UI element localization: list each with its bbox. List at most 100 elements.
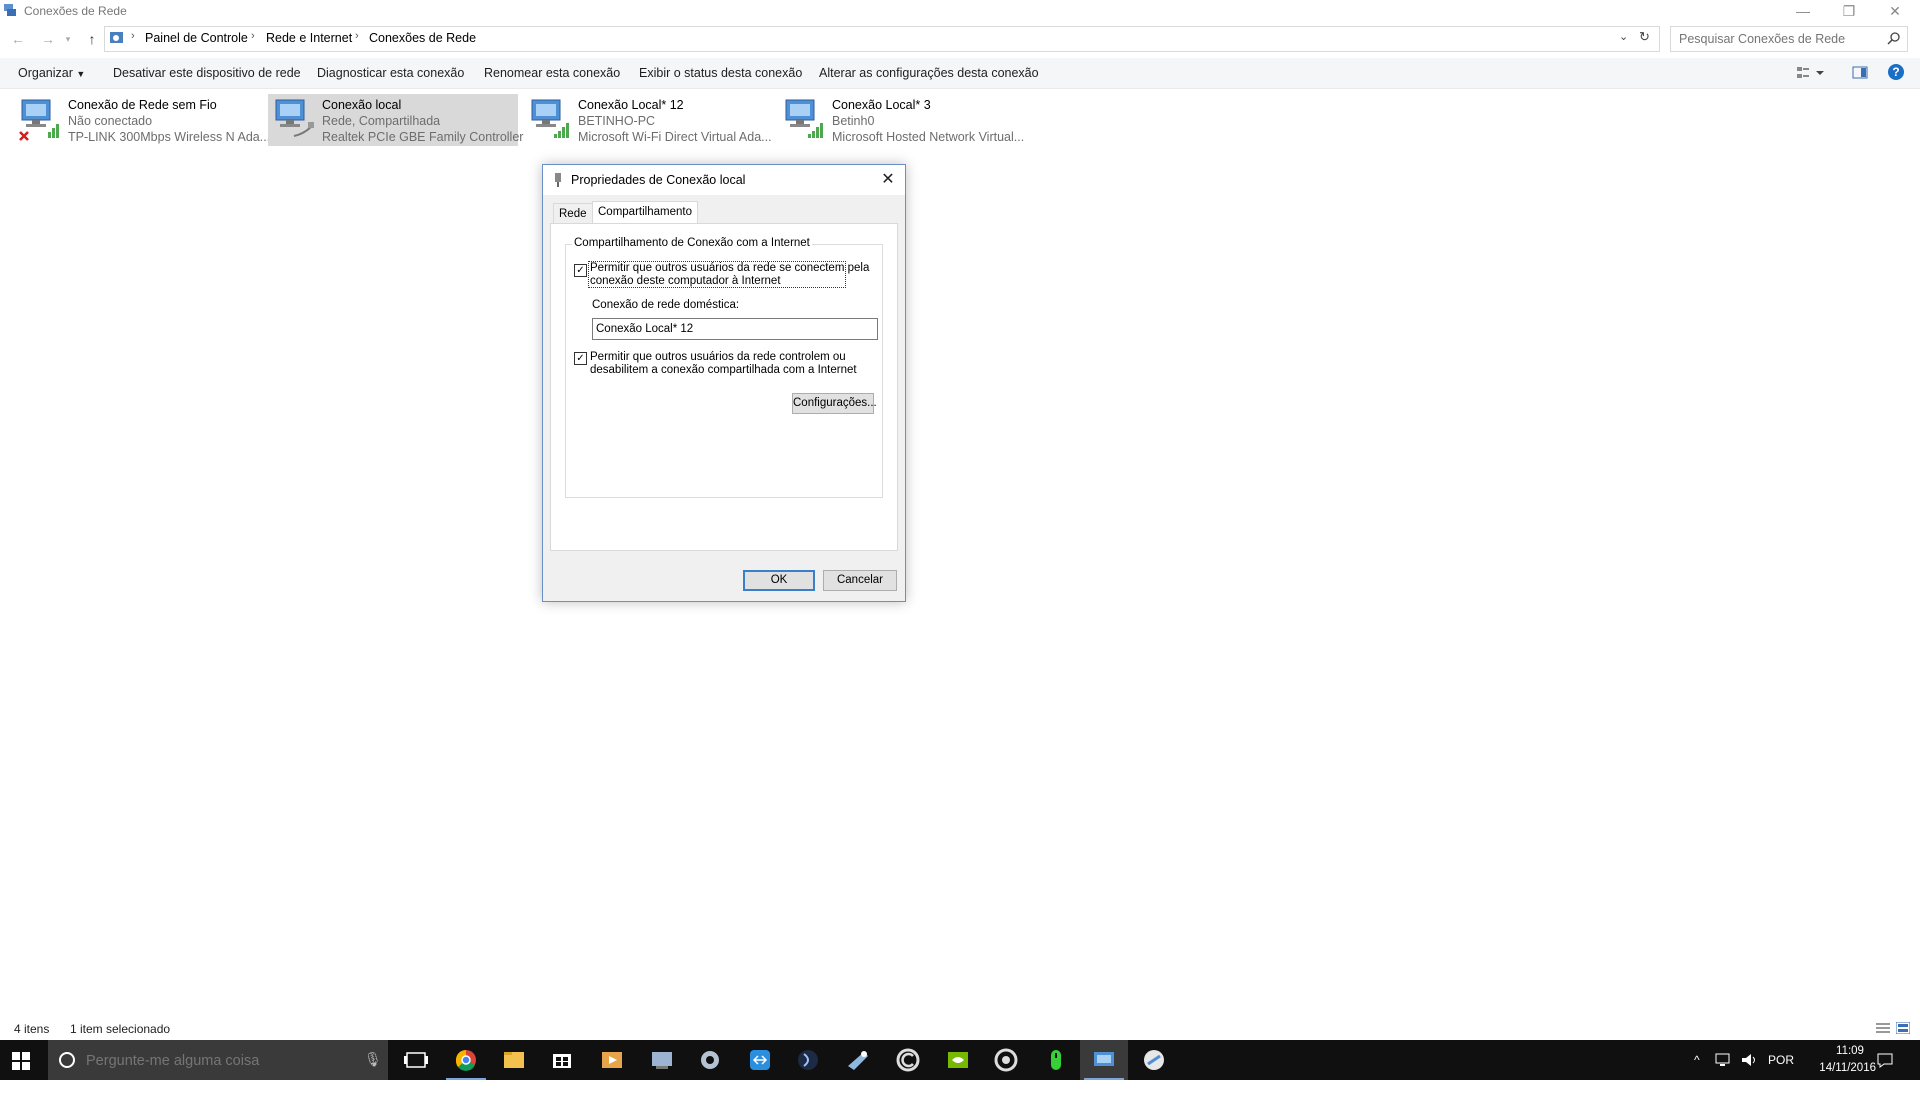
up-arrow-icon[interactable]: ↑ [82,30,102,48]
ok-button[interactable]: OK [743,570,815,591]
chevron-down-icon[interactable]: ⌄ [1619,30,1628,43]
wifi-icon [528,96,572,142]
media-player-icon[interactable] [588,1040,636,1080]
home-network-select[interactable]: Conexão Local* 12 [592,318,878,340]
microphone-icon[interactable]: 🎙 [364,1051,382,1068]
wifi-disconnected-icon [18,96,62,142]
cpu-app-icon[interactable] [982,1040,1030,1080]
store-icon[interactable] [538,1040,586,1080]
action-center-icon[interactable] [1876,1051,1894,1091]
restore-button[interactable]: ❐ [1826,0,1872,22]
item-count: 4 itens [14,1022,50,1036]
allow-control-label-line1[interactable]: Permitir que outros usuários da rede con… [590,351,846,364]
search-input[interactable] [1677,30,1881,48]
allow-control-checkbox[interactable]: ✓ [574,352,587,365]
group-title: Compartilhamento de Conexão com a Intern… [572,237,812,250]
breadcrumb-separator: › [131,30,135,42]
gaming-app-icon[interactable] [784,1040,832,1080]
connection-status: Betinh0 [832,114,875,128]
rename-button[interactable]: Renomear esta conexão [484,66,620,80]
network-app-icon[interactable] [638,1040,686,1080]
task-view-icon[interactable] [392,1040,440,1080]
dialog-title: Propriedades de Conexão local [571,173,746,187]
view-options-icon[interactable] [1796,65,1826,81]
allow-control-label-line2[interactable]: desabilitem a conexão compartilhada com … [590,364,857,377]
show-hidden-icons-chevron-icon[interactable]: ^ [1694,1053,1700,1093]
home-network-label: Conexão de rede doméstica: [592,299,740,311]
breadcrumb-network-connections[interactable]: Conexões de Rede [369,31,476,45]
organize-button[interactable]: Organizar ▼ [18,66,85,80]
breadcrumb-network-internet[interactable]: Rede e Internet [266,31,352,45]
connection-item-local[interactable]: Conexão local Rede, Compartilhada Realte… [268,94,523,146]
connection-device: TP-LINK 300Mbps Wireless N Ada... [68,130,271,144]
connection-item-wireless[interactable]: Conexão de Rede sem Fio Não conectado TP… [14,94,270,146]
dialog-close-icon[interactable]: ✕ [877,169,899,189]
connection-device: Realtek PCIe GBE Family Controller [322,130,524,144]
settings-button[interactable]: Configurações... [792,393,877,414]
mouse-app-icon[interactable] [1032,1040,1080,1080]
connection-status: Rede, Compartilhada [322,114,441,128]
cancel-button[interactable]: Cancelar [823,570,897,591]
recent-locations-chevron-icon[interactable]: ▾ [62,30,74,48]
search-box[interactable] [1670,26,1908,52]
window-title: Conexões de Rede [24,4,127,18]
breadcrumb-separator: › [355,30,359,42]
allow-connect-label-line2[interactable]: conexão deste computador à Internet [590,275,781,288]
internet-sharing-group: Compartilhamento de Conexão com a Intern… [565,237,883,498]
steam-icon[interactable] [834,1040,882,1080]
back-arrow-icon[interactable]: ← [8,30,28,48]
preview-pane-icon[interactable] [1852,65,1868,81]
cortana-search-input[interactable] [84,1051,358,1071]
diagnose-button[interactable]: Diagnosticar esta conexão [317,66,464,80]
chrome-icon[interactable] [442,1040,490,1080]
control-panel-taskbar-icon[interactable] [1130,1040,1178,1080]
connection-status: BETINHO-PC [578,114,656,128]
selection-count: 1 item selecionado [70,1022,171,1036]
minimize-button[interactable]: — [1780,0,1826,22]
search-icon[interactable] [1887,31,1901,45]
connection-item-local-12[interactable]: Conexão Local* 12 BETINHO-PC Microsoft W… [524,94,774,146]
cortana-circle-icon [58,1051,76,1069]
allow-connect-label-line1[interactable]: Permitir que outros usuários da rede se … [590,262,869,275]
allow-connect-checkbox[interactable]: ✓ [574,264,587,277]
file-explorer-icon[interactable] [490,1040,538,1080]
connection-name: Conexão Local* 3 [832,98,931,112]
sharing-tab-panel: Compartilhamento de Conexão com a Intern… [550,223,898,551]
network-adapter-icon [551,172,565,188]
close-button[interactable]: ✕ [1872,0,1918,22]
connection-name: Conexão de Rede sem Fio [68,98,217,112]
change-settings-button[interactable]: Alterar as configurações desta conexão [819,66,1039,80]
forward-arrow-icon[interactable]: → [38,30,58,48]
address-bar[interactable]: › Painel de Controle › Rede e Internet ›… [104,26,1660,52]
connection-device: Microsoft Wi-Fi Direct Virtual Ada... [578,130,772,144]
disable-device-button[interactable]: Desativar este dispositivo de rede [113,66,301,80]
taskbar: 🎙 ^ POR 11:09 14/11/2016 [0,1040,1920,1080]
status-bar: 4 itens 1 item selecionado [0,1018,1920,1040]
breadcrumb-control-panel[interactable]: Painel de Controle [145,31,248,45]
connection-device: Microsoft Hosted Network Virtual... [832,130,1025,144]
network-connections-icon [3,3,17,17]
breadcrumb-separator: › [251,30,255,42]
large-icons-view-icon[interactable] [1896,1022,1910,1034]
settings-app-icon[interactable] [686,1040,734,1080]
view-status-button[interactable]: Exibir o status desta conexão [639,66,802,80]
network-connections-taskbar-icon[interactable] [1080,1040,1128,1080]
windows-start-icon[interactable] [12,1052,30,1070]
connection-item-local-3[interactable]: Conexão Local* 3 Betinh0 Microsoft Hoste… [778,94,1028,146]
properties-dialog: Propriedades de Conexão local ✕ Rede Com… [542,164,906,602]
clock-date[interactable]: 14/11/2016 [1800,1062,1876,1102]
volume-icon[interactable] [1740,1051,1758,1091]
language-indicator[interactable]: POR [1768,1053,1794,1093]
details-view-icon[interactable] [1876,1022,1890,1034]
ccleaner-icon[interactable] [884,1040,932,1080]
refresh-icon[interactable]: ↻ [1639,29,1650,45]
network-tray-icon[interactable] [1714,1051,1732,1091]
help-icon[interactable]: ? [1888,64,1904,80]
cortana-search-box[interactable]: 🎙 [48,1040,388,1080]
teamviewer-icon[interactable] [736,1040,784,1080]
tab-network[interactable]: Rede [553,203,593,224]
tab-sharing[interactable]: Compartilhamento [592,201,698,225]
control-panel-icon [109,30,125,46]
nvidia-icon[interactable] [934,1040,982,1080]
dialog-title-bar: Propriedades de Conexão local ✕ [543,165,905,195]
